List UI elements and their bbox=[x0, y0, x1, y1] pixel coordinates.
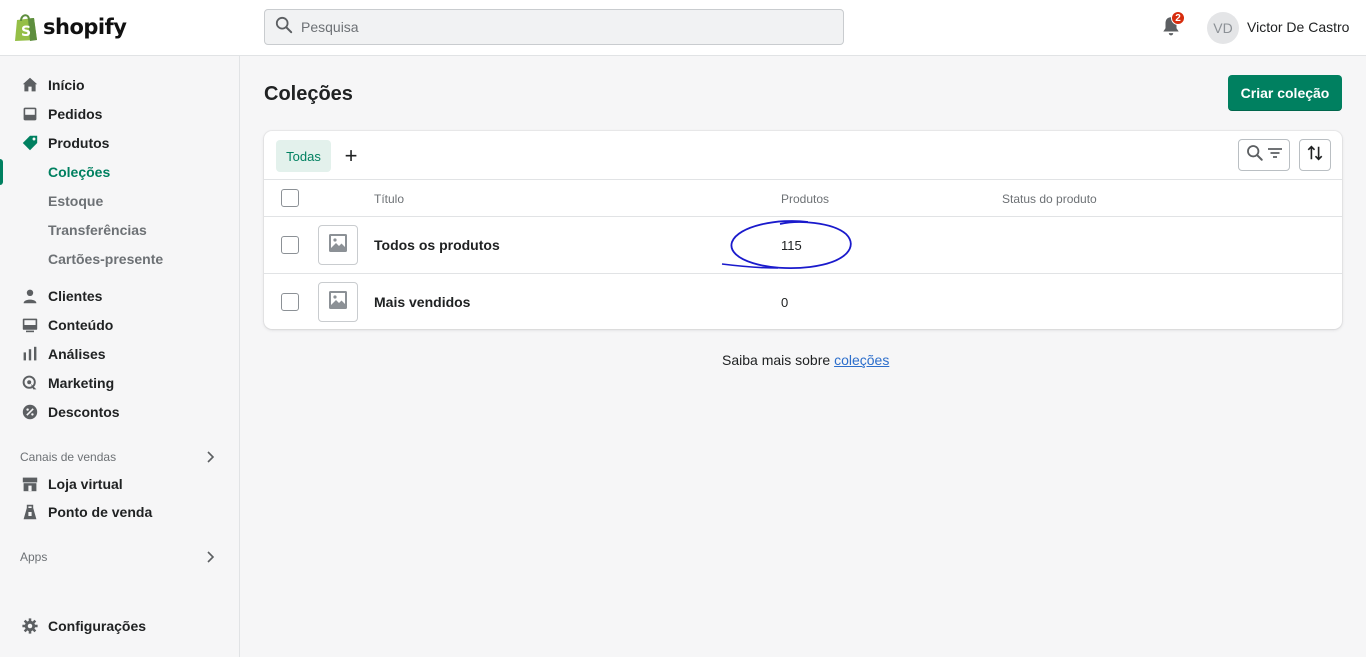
collection-product-count: 0 bbox=[781, 295, 789, 310]
sidebar-item-pedidos[interactable]: Pedidos bbox=[0, 100, 240, 128]
tag-icon bbox=[22, 135, 38, 151]
sidebar-subitem-cartoes-presente[interactable]: Cartões-presente bbox=[0, 246, 240, 272]
column-header-title[interactable]: Título bbox=[374, 192, 404, 206]
sidebar-item-produtos[interactable]: Produtos bbox=[0, 129, 240, 157]
apps-heading: Apps bbox=[20, 550, 48, 564]
learn-more-text: Saiba mais sobre coleções bbox=[722, 352, 890, 368]
divider bbox=[264, 216, 1342, 217]
tab-todas[interactable]: Todas bbox=[276, 140, 331, 172]
filter-icon bbox=[1267, 146, 1283, 165]
collection-thumbnail[interactable] bbox=[318, 225, 358, 265]
home-icon bbox=[22, 77, 38, 93]
sidebar-item-label: Conteúdo bbox=[48, 317, 114, 333]
sales-channels-heading: Canais de vendas bbox=[20, 450, 117, 464]
gear-icon bbox=[22, 618, 38, 634]
sort-button[interactable] bbox=[1299, 139, 1331, 171]
image-placeholder-icon bbox=[328, 290, 348, 315]
collections-help-link[interactable]: coleções bbox=[834, 352, 889, 368]
sidebar-item-label: Configurações bbox=[48, 618, 147, 634]
sidebar-item-label: Ponto de venda bbox=[48, 504, 153, 520]
collections-card: Todas + Título Produtos Status do produt… bbox=[264, 131, 1342, 329]
sidebar-item-label: Pedidos bbox=[48, 106, 103, 122]
marketing-icon bbox=[22, 375, 38, 391]
orders-icon bbox=[22, 106, 38, 122]
sidebar-item-descontos[interactable]: Descontos bbox=[0, 398, 240, 426]
collection-thumbnail[interactable] bbox=[318, 282, 358, 322]
column-header-products[interactable]: Produtos bbox=[781, 192, 829, 206]
discount-icon bbox=[22, 404, 38, 420]
sidebar-item-marketing[interactable]: Marketing bbox=[0, 369, 240, 397]
sidebar-item-analises[interactable]: Análises bbox=[0, 340, 240, 368]
notification-count-badge: 2 bbox=[1171, 11, 1185, 25]
sidebar-item-label: Clientes bbox=[48, 288, 103, 304]
sidebar-item-label: Análises bbox=[48, 346, 106, 362]
sidebar-item-label: Início bbox=[48, 77, 85, 93]
sidebar-subitem-colecoes[interactable]: Coleções bbox=[0, 159, 240, 185]
collection-title[interactable]: Mais vendidos bbox=[374, 294, 470, 310]
select-all-checkbox[interactable] bbox=[281, 189, 299, 207]
image-placeholder-icon bbox=[328, 233, 348, 258]
sidebar-item-label: Descontos bbox=[48, 404, 120, 420]
divider bbox=[264, 179, 1342, 180]
shopify-bag-icon: S bbox=[14, 12, 40, 42]
create-collection-button[interactable]: Criar coleção bbox=[1228, 75, 1342, 111]
sidebar-item-inicio[interactable]: Início bbox=[0, 71, 240, 99]
pos-icon bbox=[22, 504, 38, 520]
row-checkbox[interactable] bbox=[281, 293, 299, 311]
sidebar-item-label: Produtos bbox=[48, 135, 110, 151]
sidebar-item-label: Loja virtual bbox=[48, 476, 123, 492]
person-icon bbox=[22, 288, 38, 304]
chevron-right-icon[interactable] bbox=[205, 550, 215, 563]
sidebar-item-label: Marketing bbox=[48, 375, 115, 391]
svg-text:S: S bbox=[21, 24, 31, 40]
column-header-product-status[interactable]: Status do produto bbox=[1002, 192, 1097, 206]
collection-title[interactable]: Todos os produtos bbox=[374, 237, 500, 253]
search-bar[interactable] bbox=[264, 9, 844, 45]
search-icon bbox=[275, 16, 293, 39]
sidebar-subitem-estoque[interactable]: Estoque bbox=[0, 188, 240, 214]
sort-arrows-icon bbox=[1306, 144, 1324, 167]
sidebar: Início Pedidos Produtos Coleções Estoque… bbox=[0, 56, 240, 657]
analytics-icon bbox=[22, 346, 38, 362]
sidebar-item-ponto-de-venda[interactable]: Ponto de venda bbox=[0, 498, 240, 526]
user-name[interactable]: Victor De Castro bbox=[1247, 19, 1349, 35]
search-filter-button[interactable] bbox=[1238, 139, 1290, 171]
page-title: Coleções bbox=[264, 83, 353, 105]
add-view-button[interactable]: + bbox=[342, 145, 360, 167]
user-avatar[interactable]: VD bbox=[1207, 12, 1239, 44]
top-bar: S shopify 2 VD Victor De Castro bbox=[0, 0, 1366, 56]
search-input[interactable] bbox=[301, 19, 821, 35]
sidebar-item-conteudo[interactable]: Conteúdo bbox=[0, 311, 240, 339]
sidebar-item-configuracoes[interactable]: Configurações bbox=[0, 612, 240, 640]
content-icon bbox=[22, 317, 38, 333]
row-checkbox[interactable] bbox=[281, 236, 299, 254]
shopify-logo[interactable]: S shopify bbox=[14, 12, 127, 42]
brand-name: shopify bbox=[43, 15, 127, 39]
store-icon bbox=[22, 476, 38, 492]
divider bbox=[264, 273, 1342, 274]
chevron-right-icon[interactable] bbox=[205, 450, 215, 463]
sidebar-item-loja-virtual[interactable]: Loja virtual bbox=[0, 470, 240, 498]
search-icon bbox=[1246, 144, 1264, 167]
sidebar-subitem-transferencias[interactable]: Transferências bbox=[0, 217, 240, 243]
sidebar-item-clientes[interactable]: Clientes bbox=[0, 282, 240, 310]
collection-product-count: 115 bbox=[781, 238, 802, 253]
